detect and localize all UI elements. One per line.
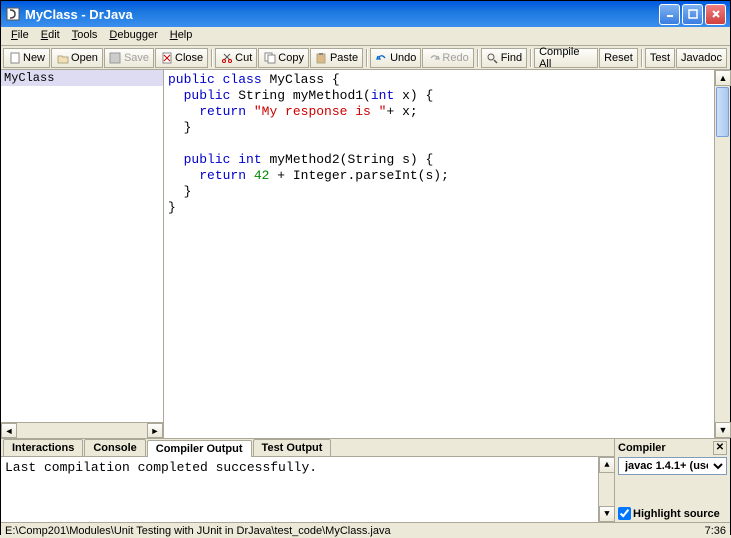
test-button[interactable]: Test bbox=[645, 48, 675, 68]
paste-button[interactable]: Paste bbox=[310, 48, 363, 68]
main-area: MyClass ◄ ► public class MyClass { publi… bbox=[1, 70, 730, 439]
find-label: Find bbox=[501, 52, 522, 64]
close-file-button[interactable]: Close bbox=[155, 48, 208, 68]
minimize-button[interactable] bbox=[659, 4, 680, 25]
cut-icon bbox=[220, 51, 233, 64]
menu-debugger[interactable]: Debugger bbox=[103, 27, 163, 45]
undo-button[interactable]: Undo bbox=[370, 48, 421, 68]
reset-button[interactable]: Reset bbox=[599, 48, 638, 68]
test-label: Test bbox=[650, 52, 670, 64]
editor-pane: public class MyClass { public String myM… bbox=[164, 70, 730, 438]
output-area: Last compilation completed successfully.… bbox=[1, 457, 614, 522]
scroll-down-button[interactable]: ▼ bbox=[599, 506, 615, 522]
separator bbox=[530, 49, 532, 67]
open-label: Open bbox=[71, 52, 98, 64]
highlight-source-checkbox[interactable]: Highlight source bbox=[618, 507, 727, 520]
compile-all-button[interactable]: Compile All bbox=[534, 48, 598, 68]
output-pane: Interactions Console Compiler Output Tes… bbox=[1, 439, 614, 522]
highlight-checkbox-input[interactable] bbox=[618, 507, 631, 520]
tab-interactions[interactable]: Interactions bbox=[3, 439, 83, 456]
compile-all-label: Compile All bbox=[539, 46, 593, 70]
separator bbox=[211, 49, 213, 67]
output-tabs: Interactions Console Compiler Output Tes… bbox=[1, 439, 614, 457]
tab-console[interactable]: Console bbox=[84, 439, 145, 456]
new-button[interactable]: New bbox=[3, 48, 50, 68]
compiler-title: Compiler bbox=[618, 442, 713, 454]
scroll-down-button[interactable]: ▼ bbox=[715, 422, 731, 438]
scroll-thumb[interactable] bbox=[716, 87, 729, 137]
close-file-label: Close bbox=[175, 52, 203, 64]
output-text: Last compilation completed successfully. bbox=[5, 460, 598, 519]
redo-icon bbox=[427, 51, 440, 64]
open-button[interactable]: Open bbox=[51, 48, 103, 68]
menubar: File Edit Tools Debugger Help bbox=[1, 27, 730, 46]
menu-label: File bbox=[11, 29, 29, 41]
compiler-select[interactable]: javac 1.4.1+ (user) bbox=[618, 457, 727, 475]
save-button[interactable]: Save bbox=[104, 48, 154, 68]
menu-file[interactable]: File bbox=[5, 27, 35, 45]
find-icon bbox=[486, 51, 499, 64]
scroll-left-button[interactable]: ◄ bbox=[1, 423, 17, 438]
highlight-label: Highlight source bbox=[633, 508, 720, 520]
app-icon bbox=[5, 6, 21, 22]
javadoc-button[interactable]: Javadoc bbox=[676, 48, 727, 68]
file-list-scrollbar[interactable]: ◄ ► bbox=[1, 422, 163, 438]
copy-button[interactable]: Copy bbox=[258, 48, 309, 68]
new-icon bbox=[8, 51, 21, 64]
new-label: New bbox=[23, 52, 45, 64]
copy-icon bbox=[263, 51, 276, 64]
reset-label: Reset bbox=[604, 52, 633, 64]
find-button[interactable]: Find bbox=[481, 48, 527, 68]
separator bbox=[477, 49, 479, 67]
tab-test-output[interactable]: Test Output bbox=[253, 439, 332, 456]
redo-button[interactable]: Redo bbox=[422, 48, 473, 68]
separator bbox=[366, 49, 368, 67]
javadoc-label: Javadoc bbox=[681, 52, 722, 64]
paste-icon bbox=[315, 51, 328, 64]
cut-label: Cut bbox=[235, 52, 252, 64]
open-icon bbox=[56, 51, 69, 64]
cut-button[interactable]: Cut bbox=[215, 48, 257, 68]
separator bbox=[641, 49, 643, 67]
copy-label: Copy bbox=[278, 52, 304, 64]
undo-icon bbox=[375, 51, 388, 64]
file-item[interactable]: MyClass bbox=[1, 70, 163, 86]
maximize-button[interactable] bbox=[682, 4, 703, 25]
close-button[interactable] bbox=[705, 4, 726, 25]
close-file-icon bbox=[160, 51, 173, 64]
code-editor[interactable]: public class MyClass { public String myM… bbox=[164, 70, 714, 438]
window-title: MyClass - DrJava bbox=[25, 7, 659, 22]
file-list[interactable]: MyClass ◄ ► bbox=[1, 70, 164, 438]
menu-edit[interactable]: Edit bbox=[35, 27, 66, 45]
save-icon bbox=[109, 51, 122, 64]
compiler-panel: Compiler ✕ javac 1.4.1+ (user) Highlight… bbox=[614, 439, 730, 522]
toolbar: New Open Save Close Cut Copy Paste Undo … bbox=[1, 46, 730, 70]
save-label: Save bbox=[124, 52, 149, 64]
editor-scrollbar[interactable]: ▲ ▼ bbox=[714, 70, 730, 438]
output-scrollbar[interactable]: ▲ ▼ bbox=[598, 457, 614, 522]
redo-label: Redo bbox=[442, 52, 468, 64]
titlebar: MyClass - DrJava bbox=[1, 1, 730, 27]
statusbar: E:\Comp201\Modules\Unit Testing with JUn… bbox=[1, 522, 730, 538]
tab-compiler-output[interactable]: Compiler Output bbox=[147, 440, 252, 457]
scroll-up-button[interactable]: ▲ bbox=[599, 457, 615, 473]
menu-tools[interactable]: Tools bbox=[66, 27, 104, 45]
paste-label: Paste bbox=[330, 52, 358, 64]
scroll-up-button[interactable]: ▲ bbox=[715, 70, 731, 86]
scroll-right-button[interactable]: ► bbox=[147, 423, 163, 438]
undo-label: Undo bbox=[390, 52, 416, 64]
menu-help[interactable]: Help bbox=[164, 27, 199, 45]
compiler-close-button[interactable]: ✕ bbox=[713, 441, 727, 455]
bottom-panel: Interactions Console Compiler Output Tes… bbox=[1, 439, 730, 522]
